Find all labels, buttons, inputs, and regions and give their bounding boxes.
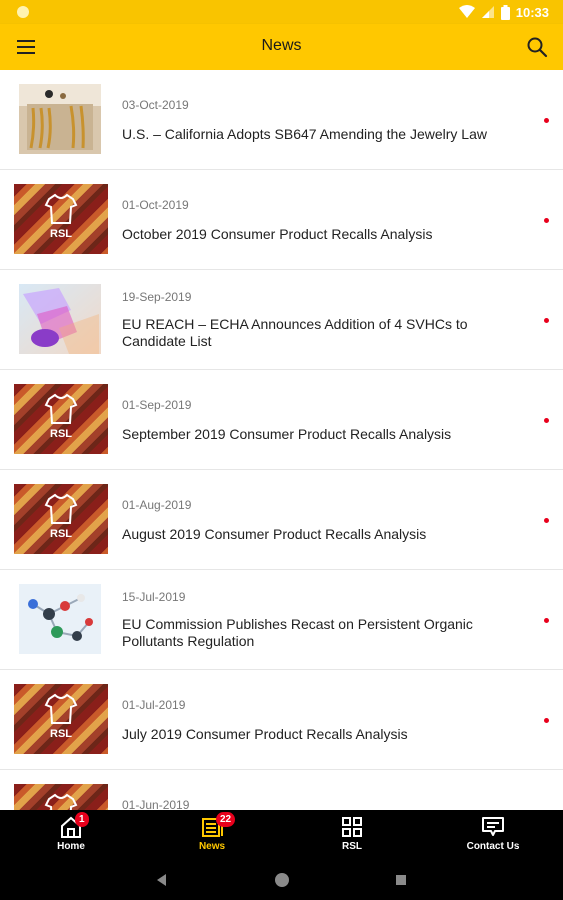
page-title: News	[261, 37, 302, 54]
news-item[interactable]: 19-Sep-2019 EU REACH – ECHA Announces Ad…	[0, 270, 563, 370]
news-thumbnail: RSL	[14, 684, 108, 754]
unread-indicator	[544, 318, 549, 323]
news-title: EU Commission Publishes Recast on Persis…	[122, 616, 473, 649]
battery-icon	[500, 4, 510, 20]
news-item[interactable]: RSL 01-Jun-2019	[0, 770, 563, 810]
nav-label: Home	[57, 841, 85, 852]
status-icons: 10:33	[458, 3, 549, 21]
unread-indicator	[544, 418, 549, 423]
unread-indicator	[544, 618, 549, 623]
news-thumbnail: RSL	[14, 184, 108, 254]
recents-icon[interactable]	[391, 870, 411, 890]
unread-indicator	[544, 518, 549, 523]
news-item[interactable]: 03-Oct-2019 U.S. – California Adopts SB6…	[0, 70, 563, 170]
signal-icon	[481, 6, 494, 18]
system-nav-bar	[0, 860, 563, 900]
unread-indicator	[544, 718, 549, 723]
nav-home[interactable]: 1 Home	[11, 810, 131, 860]
news-thumbnail	[19, 84, 101, 154]
news-date: 03-Oct-2019	[122, 98, 189, 112]
nav-label: RSL	[342, 841, 362, 852]
search-button[interactable]	[525, 35, 549, 59]
shirt-icon	[44, 393, 78, 424]
thumb-label: RSL	[50, 528, 72, 540]
rsl-texture-image: RSL	[14, 384, 108, 454]
rsl-texture-image: RSL	[14, 684, 108, 754]
shirt-icon	[44, 193, 78, 224]
news-thumbnail: RSL	[14, 784, 108, 810]
shirt-icon	[44, 693, 78, 724]
rsl-texture-image: RSL	[14, 184, 108, 254]
nav-news[interactable]: 22 News	[152, 810, 272, 860]
thumb-label: RSL	[50, 428, 72, 440]
grid-icon	[342, 817, 362, 837]
news-title: August 2019 Consumer Product Recalls Ana…	[122, 526, 427, 542]
search-icon	[527, 37, 548, 58]
news-item[interactable]: RSL 01-Oct-2019 October 2019 Consumer Pr…	[0, 170, 563, 270]
notification-badge: 1	[75, 812, 89, 827]
home-circle-icon[interactable]	[272, 870, 292, 890]
rsl-texture-image: RSL	[14, 484, 108, 554]
thumb-label: RSL	[50, 728, 72, 740]
news-date: 01-Jul-2019	[122, 698, 186, 712]
news-title: September 2019 Consumer Product Recalls …	[122, 426, 452, 442]
chemistry-image	[19, 284, 101, 354]
news-date: 01-Aug-2019	[122, 498, 192, 512]
nav-label: News	[198, 841, 226, 852]
news-thumbnail	[19, 584, 101, 654]
news-date: 01-Jun-2019	[122, 798, 190, 810]
app-bar: News	[0, 24, 563, 70]
news-thumbnail: RSL	[14, 384, 108, 454]
status-time: 10:33	[515, 4, 549, 20]
news-date: 01-Oct-2019	[122, 198, 189, 212]
jewelry-image	[19, 84, 101, 154]
thumb-label: RSL	[50, 228, 72, 240]
news-thumbnail: RSL	[14, 484, 108, 554]
nav-contact-us[interactable]: Contact Us	[433, 810, 553, 860]
nav-rsl[interactable]: RSL	[292, 810, 412, 860]
unread-indicator	[544, 218, 549, 223]
rsl-texture-image: RSL	[14, 784, 108, 810]
news-thumbnail	[19, 284, 101, 354]
news-title: July 2019 Consumer Product Recalls Analy…	[122, 726, 408, 742]
news-date: 19-Sep-2019	[122, 290, 192, 304]
news-item[interactable]: RSL 01-Jul-2019 July 2019 Consumer Produ…	[0, 670, 563, 770]
status-bar: 10:33	[0, 0, 563, 24]
molecule-image	[19, 584, 101, 654]
unread-indicator	[544, 118, 549, 123]
news-title: U.S. – California Adopts SB647 Amending …	[122, 126, 487, 142]
shirt-icon	[44, 793, 78, 810]
nav-label: Contact Us	[466, 841, 520, 852]
news-item[interactable]: RSL 01-Aug-2019 August 2019 Consumer Pro…	[0, 470, 563, 570]
chat-icon	[482, 817, 504, 836]
notification-badge: 22	[216, 812, 236, 827]
notification-icon	[17, 6, 29, 18]
news-date: 01-Sep-2019	[122, 398, 192, 412]
news-title: October 2019 Consumer Product Recalls An…	[122, 226, 433, 242]
news-title: EU REACH – ECHA Announces Addition of 4 …	[122, 316, 468, 349]
back-icon[interactable]	[152, 870, 172, 890]
news-date: 15-Jul-2019	[122, 590, 186, 604]
news-list[interactable]: 03-Oct-2019 U.S. – California Adopts SB6…	[0, 70, 563, 810]
bottom-nav: 1 Home 22 News RSL Contact Us	[0, 810, 563, 860]
news-item[interactable]: 15-Jul-2019 EU Commission Publishes Reca…	[0, 570, 563, 670]
wifi-icon	[458, 5, 475, 18]
news-item[interactable]: RSL 01-Sep-2019 September 2019 Consumer …	[0, 370, 563, 470]
shirt-icon	[44, 493, 78, 524]
